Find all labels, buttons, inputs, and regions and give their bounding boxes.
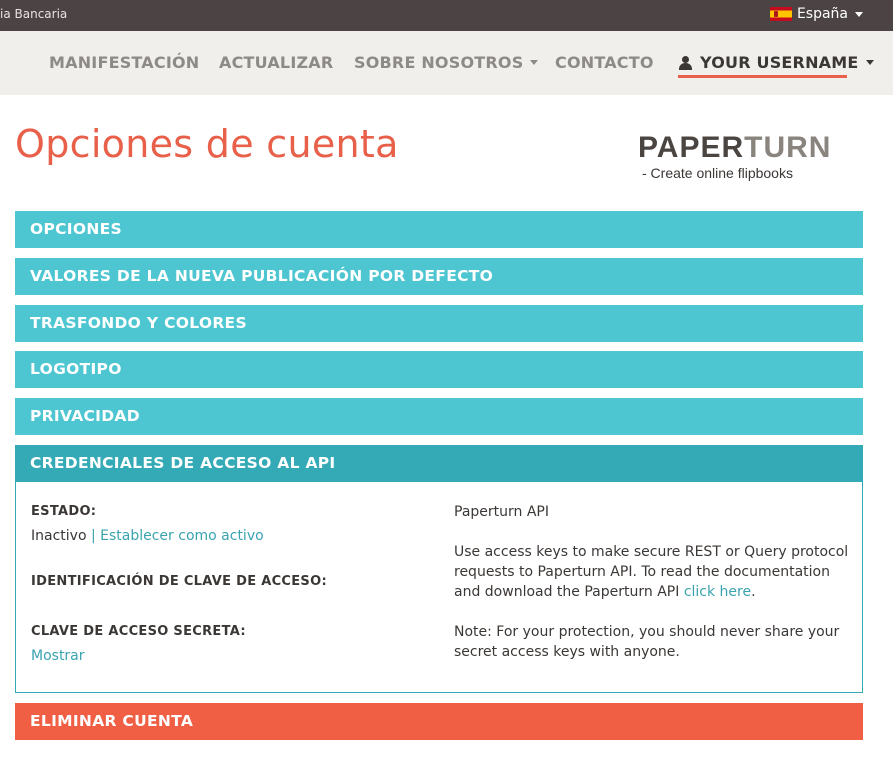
user-icon [679, 55, 692, 70]
nav-sobre-nosotros[interactable]: SOBRE NOSOTROS [354, 53, 539, 72]
secret-key-label: CLAVE DE ACCESO SECRETA: [31, 624, 246, 639]
docs-link[interactable]: click here [684, 584, 751, 600]
panel-logotipo[interactable]: LOGOTIPO [15, 351, 863, 388]
page-title: Opciones de cuenta [15, 122, 399, 166]
top-bar: ia Bancaria España [0, 0, 893, 31]
chevron-down-icon [865, 60, 874, 65]
panel-credenciales-api[interactable]: CREDENCIALES DE ACCESO AL API [15, 445, 863, 482]
nav-label: ACTUALIZAR [219, 53, 334, 72]
panel-privacidad[interactable]: PRIVACIDAD [15, 398, 863, 435]
language-label: España [796, 6, 848, 22]
api-description: Use access keys to make secure REST or Q… [454, 542, 849, 602]
logo-word-accent: TURN [744, 131, 832, 164]
logo-word-main: PAPER [638, 131, 745, 164]
status-separator: | [90, 528, 96, 544]
api-note: Note: For your protection, you should ne… [454, 624, 840, 660]
status-label: ESTADO: [31, 504, 97, 519]
user-menu[interactable]: YOUR USERNAME [679, 53, 874, 72]
spain-flag-icon [769, 7, 792, 21]
show-secret-link[interactable]: Mostrar [31, 648, 85, 664]
logo-wordmark: PAPERTURN [638, 131, 831, 165]
api-description-text: Use access keys to make secure REST or Q… [454, 544, 849, 600]
set-active-link[interactable]: Establecer como activo [100, 528, 264, 544]
status-value: Inactivo [31, 528, 87, 544]
language-selector[interactable]: España [769, 6, 863, 22]
paperturn-logo: PAPERTURN - Create online flipbooks [638, 131, 831, 181]
nav-actualizar[interactable]: ACTUALIZAR [219, 53, 333, 72]
top-bar-text: ia Bancaria [0, 7, 68, 21]
nav-manifestacion[interactable]: MANIFESTACIÓN [49, 53, 199, 72]
nav-label: MANIFESTACIÓN [49, 53, 200, 72]
api-title: Paperturn API [454, 504, 549, 520]
main-nav: MANIFESTACIÓN ACTUALIZAR SOBRE NOSOTROS … [0, 31, 893, 95]
panel-trasfondo-colores[interactable]: TRASFONDO Y COLORES [15, 305, 863, 342]
chevron-down-icon [530, 60, 539, 65]
nav-contacto[interactable]: CONTACTO [555, 53, 654, 72]
active-underline [678, 75, 847, 78]
api-description-end: . [751, 584, 756, 600]
access-key-id-label: IDENTIFICACIÓN DE CLAVE DE ACCESO: [31, 574, 327, 589]
show-secret-row: Mostrar [31, 648, 85, 664]
chevron-down-icon [855, 11, 863, 17]
nav-label: CONTACTO [555, 53, 654, 72]
api-credentials-body: ESTADO: Inactivo | Establecer como activ… [15, 482, 863, 693]
logo-tagline: - Create online flipbooks [642, 165, 793, 181]
status-row: Inactivo | Establecer como activo [31, 528, 264, 544]
nav-label: SOBRE NOSOTROS [354, 53, 524, 72]
panel-valores-publicacion[interactable]: VALORES DE LA NUEVA PUBLICACIÓN POR DEFE… [15, 258, 863, 295]
username-label: YOUR USERNAME [700, 53, 859, 72]
delete-account-button[interactable]: ELIMINAR CUENTA [15, 703, 863, 740]
panel-opciones[interactable]: OPCIONES [15, 211, 863, 248]
